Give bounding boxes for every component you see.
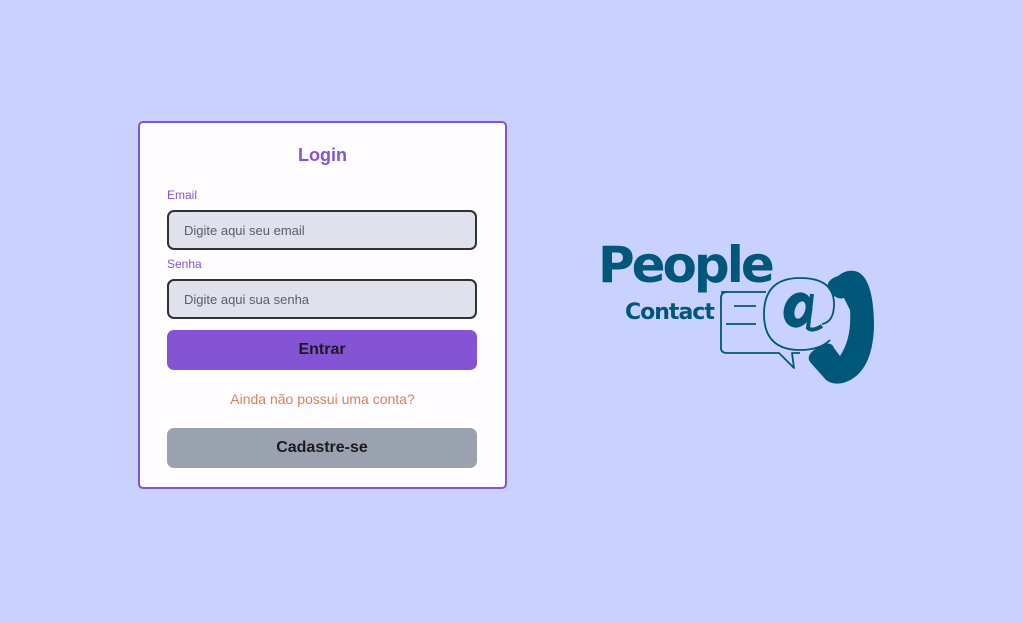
login-button[interactable]: Entrar	[167, 330, 477, 370]
no-account-link[interactable]: Ainda não possui uma conta?	[140, 391, 505, 407]
logo-text-people: People	[598, 236, 773, 294]
login-title: Login	[298, 145, 347, 165]
email-label: Email	[167, 188, 198, 202]
at-sign-icon	[763, 277, 835, 351]
login-card: Login Email Senha Entrar Ainda não possu…	[138, 121, 507, 489]
people-contact-logo: People Contact	[598, 236, 874, 384]
signup-button[interactable]: Cadastre-se	[167, 428, 477, 468]
password-label: Senha	[167, 257, 202, 271]
login-page: Login Email Senha Entrar Ainda não possu…	[0, 0, 1023, 623]
password-field[interactable]	[167, 279, 477, 319]
logo-text-contact: Contact	[625, 300, 715, 325]
email-field[interactable]	[167, 210, 477, 250]
